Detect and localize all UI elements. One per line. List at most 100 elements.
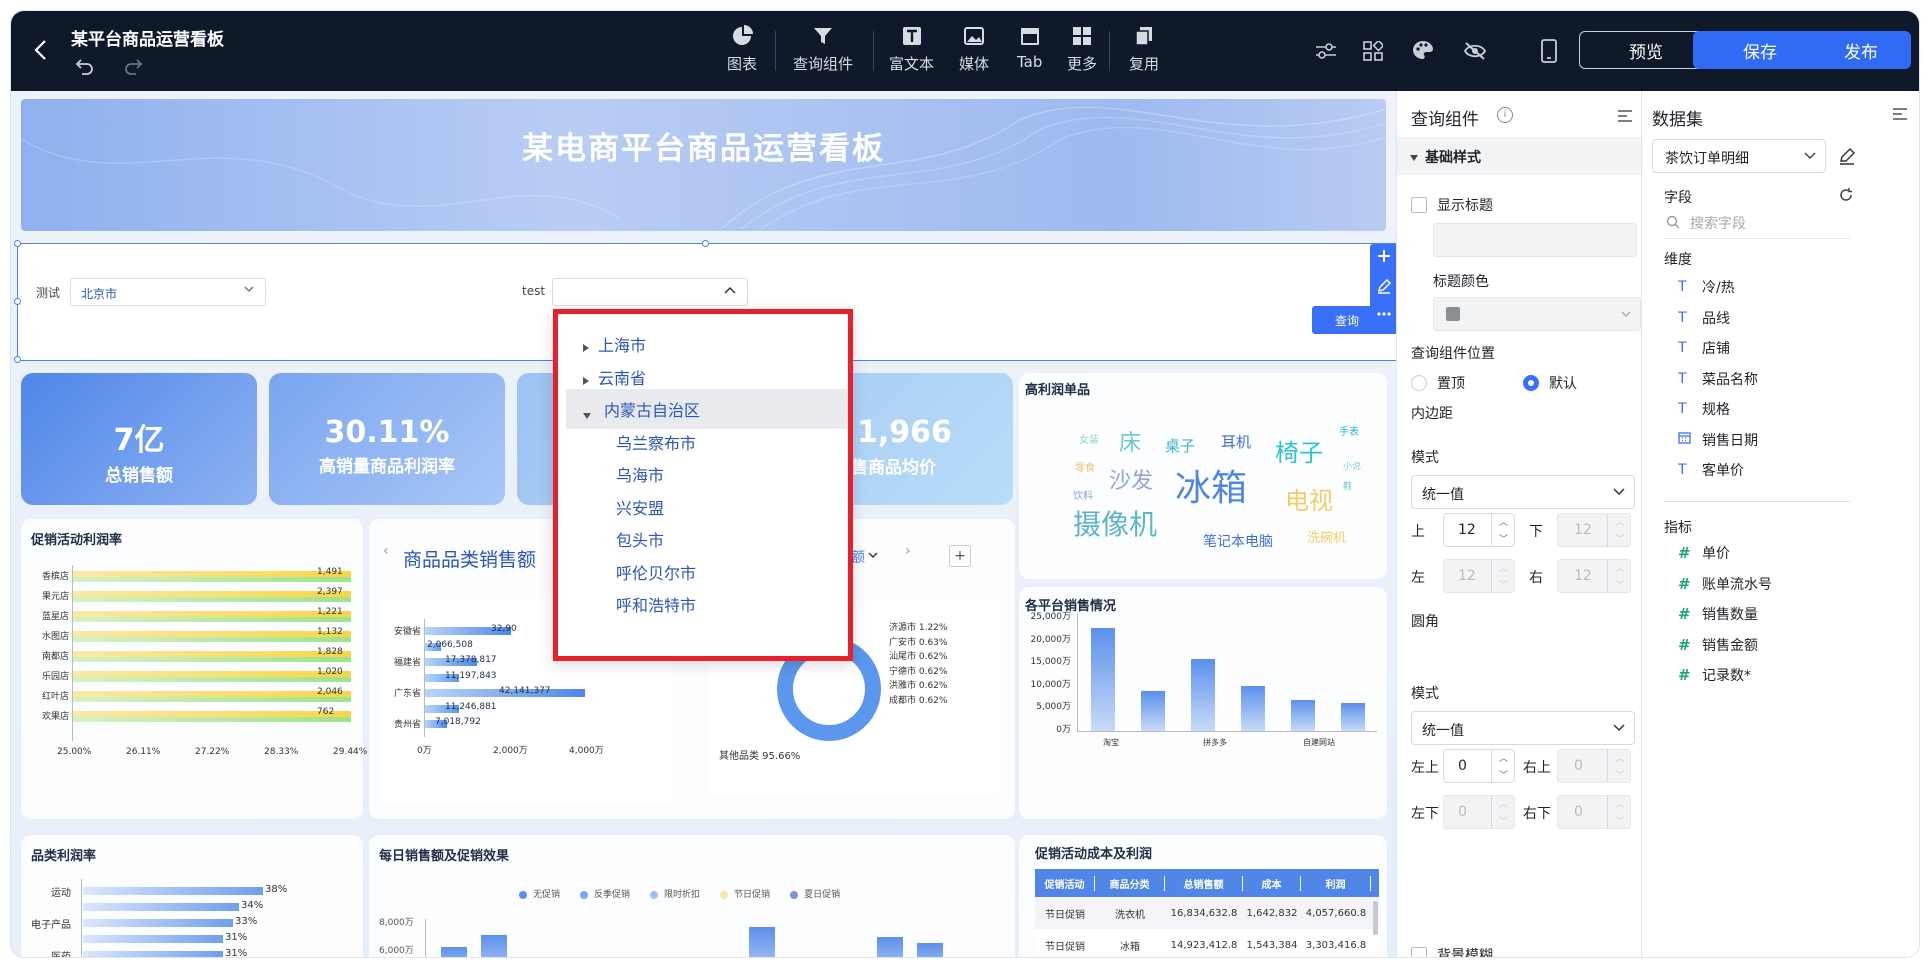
filter1-select[interactable]: 北京市 (70, 278, 266, 306)
radius-tl-input[interactable]: 0 ︿ ﹀ (1443, 749, 1515, 783)
caret-right-icon[interactable] (582, 338, 590, 357)
chevron-right-icon[interactable]: › (905, 543, 911, 559)
tool-query-label: 查询组件 (793, 55, 854, 73)
resize-handle[interactable] (14, 298, 21, 305)
padding-mode-value: 统一值 (1422, 487, 1464, 503)
padding-right-input[interactable]: 12 ︿ ﹀ (1557, 559, 1631, 593)
stepper[interactable]: ︿ ﹀ (1491, 749, 1515, 783)
mobile-icon[interactable] (1541, 39, 1557, 67)
edit-icon[interactable] (1376, 278, 1392, 298)
y-label: 水图店 (41, 632, 69, 642)
number-type-icon: # (1678, 666, 1691, 684)
position-top-radio[interactable] (1411, 375, 1427, 391)
tool-media[interactable]: 媒体 (959, 25, 989, 74)
measure-field[interactable]: # 记录数* (1678, 665, 1751, 685)
dataset-select[interactable]: 茶饮订单明细 (1652, 139, 1826, 173)
bar-value: 11,197,843 (445, 670, 497, 681)
toolbar-divider (873, 31, 874, 71)
stepper[interactable]: ︿ ﹀ (1607, 749, 1631, 783)
radius-br-input[interactable]: 0 ︿ ﹀ (1557, 795, 1631, 829)
stepper[interactable]: ︿ ﹀ (1491, 795, 1515, 829)
redo-icon[interactable] (123, 57, 143, 79)
save-button[interactable]: 保存 (1693, 31, 1827, 69)
legend-label: 无促销 (533, 890, 561, 900)
padding-bottom-input[interactable]: 12 ︿ ﹀ (1557, 513, 1631, 547)
radius-mode-select[interactable]: 统一值 (1411, 711, 1635, 745)
dimension-field[interactable]: T 客单价 (1678, 460, 1744, 480)
tool-richtext[interactable]: 富文本 (889, 25, 934, 74)
blur-checkbox[interactable] (1411, 947, 1427, 957)
card-title: 每日销售额及促销效果 (379, 849, 510, 864)
measure-field[interactable]: # 销售数量 (1678, 604, 1758, 624)
dimension-field[interactable]: 销售日期 (1678, 430, 1758, 450)
image-icon (963, 25, 985, 47)
stepper[interactable]: ︿ ﹀ (1491, 559, 1515, 593)
tree-node[interactable]: 呼和浩特市 (558, 584, 848, 624)
add-icon[interactable] (1376, 248, 1392, 268)
collapse-panel-icon[interactable] (1892, 107, 1908, 125)
dimension-field[interactable]: T 规格 (1678, 399, 1730, 419)
platform-bar (1291, 699, 1315, 731)
resize-handle[interactable] (702, 240, 709, 247)
measure-field[interactable]: # 销售金额 (1678, 635, 1758, 655)
tool-tab[interactable]: Tab (1017, 25, 1042, 71)
stepper[interactable]: ︿ ﹀ (1491, 513, 1515, 547)
radius-bl-input[interactable]: 0 ︿ ﹀ (1443, 795, 1515, 829)
more-icon[interactable] (1376, 306, 1392, 326)
section-header[interactable]: 基础样式 (1397, 137, 1642, 175)
publish-button[interactable]: 发布 (1811, 31, 1911, 69)
tool-query[interactable]: 查询组件 (793, 25, 853, 74)
eye-off-icon[interactable] (1463, 41, 1487, 65)
donut-tab[interactable]: 额 (851, 547, 865, 567)
refresh-icon[interactable] (1838, 187, 1854, 207)
platform-card: 各平台销售情况 25,000万 20,000万 15,000万 10,000万 5,00… (1019, 587, 1387, 819)
caret-right-icon[interactable] (582, 371, 590, 390)
resize-handle[interactable] (14, 240, 21, 247)
padding-mode-select[interactable]: 统一值 (1411, 475, 1635, 509)
stepper[interactable]: ︿ ﹀ (1607, 795, 1631, 829)
padding-top-input[interactable]: 12 ︿ ﹀ (1443, 513, 1515, 547)
padding-left-input[interactable]: 12 ︿ ﹀ (1443, 559, 1515, 593)
dimension-label: 维度 (1664, 252, 1692, 268)
legend-dot (790, 890, 799, 899)
show-title-checkbox[interactable] (1411, 197, 1427, 213)
chevron-left-icon[interactable]: ‹ (383, 543, 389, 559)
undo-icon[interactable] (75, 57, 95, 79)
measure-field[interactable]: # 单价 (1678, 543, 1730, 563)
measure-field[interactable]: # 账单流水号 (1678, 574, 1772, 594)
title-input[interactable] (1433, 223, 1637, 257)
stepper[interactable]: ︿ ﹀ (1607, 513, 1631, 547)
tool-chart[interactable]: 图表 (727, 25, 757, 74)
dimension-field[interactable]: T 店铺 (1678, 338, 1730, 358)
palette-icon[interactable] (1411, 39, 1435, 65)
tree-node-label: 乌兰察布市 (616, 433, 697, 453)
info-icon[interactable]: i (1497, 107, 1513, 123)
tool-more[interactable]: 更多 (1067, 25, 1097, 74)
field-search[interactable]: 搜索字段 (1664, 209, 1850, 239)
bar-value: 33% (235, 916, 258, 927)
edit-dataset-icon[interactable] (1838, 147, 1856, 169)
back-icon[interactable] (33, 39, 49, 65)
radius-tr-input[interactable]: 0 ︿ ﹀ (1557, 749, 1631, 783)
bar-value: 1,020 (317, 667, 343, 677)
blur-label: 背景模糊 (1437, 948, 1493, 958)
title-color-picker[interactable] (1433, 297, 1641, 331)
app-title: 某平台商品运营看板 (71, 30, 224, 50)
collapse-panel-icon[interactable] (1617, 109, 1633, 127)
stepper[interactable]: ︿ ﹀ (1607, 559, 1631, 593)
layout-icon[interactable] (1363, 39, 1385, 65)
tool-reuse[interactable]: 复用 (1129, 25, 1159, 74)
table-cell: 4,057,660.8 (1305, 907, 1367, 919)
resize-handle[interactable] (14, 356, 21, 363)
dimension-field[interactable]: T 品线 (1678, 308, 1730, 328)
table-scrollbar[interactable] (1373, 901, 1378, 935)
dimension-field[interactable]: T 菜品名称 (1678, 369, 1758, 389)
position-default-radio[interactable] (1523, 375, 1539, 391)
sliders-icon[interactable] (1315, 41, 1337, 65)
add-tab-button[interactable]: + (949, 545, 971, 567)
chevron-down-icon[interactable] (867, 549, 879, 565)
dimension-field[interactable]: T 冷/热 (1678, 277, 1735, 297)
filter2-select[interactable] (552, 278, 748, 306)
y-label: 欢果店 (41, 712, 69, 722)
bar-value: 2,046 (317, 687, 343, 697)
